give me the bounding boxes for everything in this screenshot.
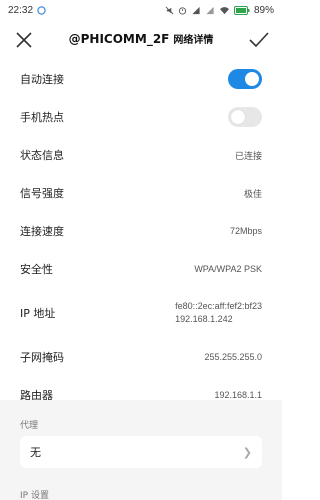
network-name: @PHICOMM_2F — [68, 32, 170, 46]
ip-settings-label: IP 设置 — [20, 491, 49, 500]
messenger-icon — [37, 5, 46, 15]
status-time: 22:32 — [8, 4, 34, 16]
hotspot-label: 手机热点 — [20, 111, 64, 124]
header: @PHICOMM_2F 网络详情 — [0, 24, 282, 56]
row-signal: 信号强度 极佳 — [0, 174, 282, 212]
row-security: 安全性 WPA/WPA2 PSK — [0, 250, 282, 288]
row-subnet: 子网掩码 255.255.255.0 — [0, 338, 282, 376]
ip-label: IP 地址 — [20, 307, 56, 320]
network-details-list: 自动连接 手机热点 状态信息 已连接 信号强度 极佳 连接速度 72Mbps 安… — [0, 60, 282, 414]
status-right-icons: 89% — [165, 5, 274, 16]
row-ip-address: IP 地址 fe80::2ec:aff:fef2:bf23 192.168.1.… — [0, 288, 282, 338]
signal-label: 信号强度 — [20, 187, 64, 200]
battery-icon — [233, 5, 250, 15]
ipv6-address: fe80::2ec:aff:fef2:bf23 — [175, 301, 262, 311]
status-label: 状态信息 — [20, 149, 64, 162]
page-subtitle: 网络详情 — [173, 35, 214, 46]
advanced-section: 代理 无 ❯ IP 设置 — [0, 400, 282, 500]
wifi-icon — [219, 6, 229, 14]
signal-icon — [192, 6, 200, 14]
ipv4-address: 192.168.1.242 — [175, 314, 233, 324]
subnet-label: 子网掩码 — [20, 351, 64, 364]
subnet-value: 255.255.255.0 — [204, 352, 262, 362]
row-hotspot[interactable]: 手机热点 — [0, 98, 282, 136]
battery-percent: 89% — [253, 4, 274, 16]
signal-value: 极佳 — [243, 188, 262, 199]
speed-label: 连接速度 — [20, 225, 64, 238]
mute-icon — [165, 6, 174, 14]
signal-icon-2 — [206, 6, 214, 14]
row-auto-connect[interactable]: 自动连接 — [0, 60, 282, 98]
toggle-knob — [245, 72, 259, 86]
security-value: WPA/WPA2 PSK — [194, 264, 262, 274]
row-speed: 连接速度 72Mbps — [0, 212, 282, 250]
alarm-icon — [178, 6, 187, 15]
hotspot-toggle[interactable] — [228, 107, 262, 127]
ip-value: fe80::2ec:aff:fef2:bf23 192.168.1.242 — [175, 300, 262, 326]
auto-connect-toggle[interactable] — [228, 69, 262, 89]
status-bar: 22:32 89% — [0, 0, 282, 20]
auto-connect-label: 自动连接 — [20, 73, 64, 86]
toggle-knob — [231, 110, 245, 124]
status-left-icons — [37, 5, 46, 15]
router-value: 192.168.1.1 — [214, 390, 262, 400]
status-value: 已连接 — [234, 150, 262, 161]
speed-value: 72Mbps — [229, 226, 262, 236]
page-title: @PHICOMM_2F 网络详情 — [0, 31, 282, 46]
row-status: 状态信息 已连接 — [0, 136, 282, 174]
security-label: 安全性 — [20, 263, 53, 276]
proxy-select[interactable]: 无 ❯ — [20, 436, 262, 468]
chevron-right-icon: ❯ — [242, 445, 252, 459]
proxy-label: 代理 — [20, 421, 39, 431]
proxy-value: 无 — [30, 446, 41, 459]
check-icon[interactable] — [248, 30, 270, 50]
